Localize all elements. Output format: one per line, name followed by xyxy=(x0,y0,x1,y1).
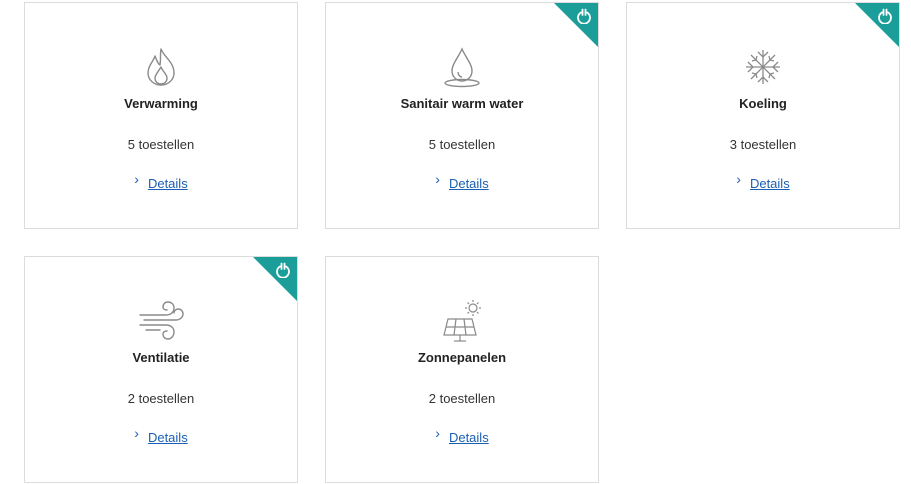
power-icon[interactable] xyxy=(275,262,291,279)
device-count: 5 toestellen xyxy=(127,137,195,152)
details-row: › Details xyxy=(25,425,297,445)
details-link[interactable]: Details xyxy=(449,176,489,191)
card-zonnepanelen: Zonnepanelen 2 toestellen › Details xyxy=(325,256,599,483)
chevron-right-icon: › xyxy=(736,171,741,187)
details-link[interactable]: Details xyxy=(750,176,790,191)
card-title: Verwarming xyxy=(124,96,198,111)
wind-icon xyxy=(136,297,186,345)
card-sanitair-warm-water: Sanitair warm water 5 toestellen › Detail… xyxy=(325,2,599,229)
details-link[interactable]: Details xyxy=(148,430,188,445)
snowflake-icon xyxy=(738,43,788,91)
water-drop-icon xyxy=(437,43,487,91)
power-icon[interactable] xyxy=(877,8,893,25)
device-count: 5 toestellen xyxy=(428,137,496,152)
details-link[interactable]: Details xyxy=(449,430,489,445)
power-icon[interactable] xyxy=(576,8,592,25)
details-link[interactable]: Details xyxy=(148,176,188,191)
card-title: Ventilatie xyxy=(132,350,190,365)
card-title: Zonnepanelen xyxy=(417,350,507,365)
details-row: › Details xyxy=(25,171,297,191)
chevron-right-icon: › xyxy=(435,425,440,441)
solar-panel-icon xyxy=(437,297,487,345)
card-title: Koeling xyxy=(739,96,787,111)
details-row: › Details xyxy=(326,171,598,191)
device-count: 3 toestellen xyxy=(729,137,797,152)
details-row: › Details xyxy=(326,425,598,445)
details-row: › Details xyxy=(627,171,899,191)
card-ventilatie: Ventilatie 2 toestellen › Details xyxy=(24,256,298,483)
card-koeling: Koeling 3 toestellen › Details xyxy=(626,2,900,229)
chevron-right-icon: › xyxy=(134,171,139,187)
flame-icon xyxy=(136,43,186,91)
device-count: 2 toestellen xyxy=(127,391,195,406)
chevron-right-icon: › xyxy=(435,171,440,187)
chevron-right-icon: › xyxy=(134,425,139,441)
device-count: 2 toestellen xyxy=(428,391,496,406)
card-verwarming: Verwarming 5 toestellen › Details xyxy=(24,2,298,229)
card-title: Sanitair warm water xyxy=(400,96,524,111)
